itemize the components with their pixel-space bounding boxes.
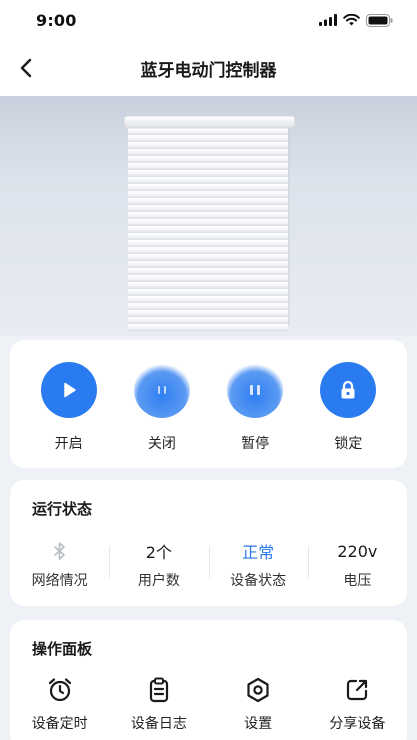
settings-button[interactable]: 设置 bbox=[209, 676, 308, 733]
user-count-label: 用户数 bbox=[137, 573, 180, 589]
operation-panel-title: 操作面板 bbox=[32, 640, 93, 658]
open-button[interactable]: 开启 bbox=[29, 362, 109, 453]
blind-slat bbox=[128, 142, 288, 149]
device-status-label: 设备状态 bbox=[230, 573, 287, 589]
blind-slat bbox=[128, 184, 288, 191]
close-label: 关闭 bbox=[147, 436, 176, 452]
back-button[interactable] bbox=[12, 54, 40, 82]
blind-slat bbox=[128, 233, 288, 240]
product-image bbox=[0, 96, 417, 336]
blind-slat bbox=[128, 324, 288, 331]
blind-slat bbox=[128, 261, 288, 268]
lock-label: 锁定 bbox=[334, 436, 363, 452]
blind-slat bbox=[128, 128, 288, 135]
blind-slat bbox=[128, 212, 288, 219]
run-status-card: 运行状态 网络情况 2个 用户数 正常 设备状态 220v 电压 bbox=[10, 480, 407, 606]
chevron-left-icon bbox=[20, 58, 32, 78]
device-status-value: 正常 bbox=[242, 543, 275, 562]
user-count-value: 2个 bbox=[145, 543, 172, 562]
blind-slat bbox=[128, 303, 288, 310]
roller-blind-image bbox=[123, 115, 296, 331]
battery-icon bbox=[366, 13, 393, 27]
alarm-clock-icon bbox=[48, 678, 71, 702]
share-icon bbox=[347, 679, 368, 701]
share-device-label: 分享设备 bbox=[329, 716, 386, 732]
alarm-clock-icon-wrap bbox=[46, 676, 74, 704]
open-button-circle[interactable] bbox=[40, 362, 97, 418]
clipboard-icon-wrap bbox=[145, 676, 173, 704]
status-icons bbox=[319, 13, 393, 27]
settings-label: 设置 bbox=[244, 716, 273, 732]
lock-icon bbox=[341, 380, 355, 399]
blind-slat bbox=[128, 268, 288, 275]
status-row: 网络情况 2个 用户数 正常 设备状态 220v 电压 bbox=[10, 538, 407, 592]
blind-slat bbox=[128, 163, 288, 170]
blind-slat bbox=[128, 289, 288, 296]
close-button[interactable]: 关闭 bbox=[122, 362, 202, 453]
blind-slat bbox=[128, 170, 288, 177]
device-timer-label: 设备定时 bbox=[31, 716, 88, 732]
blind-slat bbox=[128, 254, 288, 261]
settings-hex-icon bbox=[247, 677, 269, 703]
blind-slat bbox=[128, 205, 288, 212]
pause-button[interactable]: 暂停 bbox=[215, 362, 295, 453]
blind-slat bbox=[128, 156, 288, 163]
share-device-button[interactable]: 分享设备 bbox=[308, 676, 407, 733]
status-time: 9:00 bbox=[36, 10, 77, 30]
nav-bar: 蓝牙电动门控制器 bbox=[0, 40, 417, 96]
device-timer-button[interactable]: 设备定时 bbox=[10, 676, 109, 733]
device-log-label: 设备日志 bbox=[130, 716, 187, 732]
user-count: 2个 用户数 bbox=[109, 538, 208, 592]
lock-button[interactable]: 锁定 bbox=[308, 362, 388, 453]
play-icon bbox=[63, 382, 76, 398]
device-log-button[interactable]: 设备日志 bbox=[109, 676, 208, 733]
pause-label: 暂停 bbox=[241, 436, 270, 452]
control-row: 开启 关闭 暂停 锁定 bbox=[10, 362, 407, 453]
blind-slat bbox=[128, 296, 288, 303]
blind-slat bbox=[128, 149, 288, 156]
blind-slat bbox=[128, 282, 288, 289]
settings-hex-icon-wrap bbox=[244, 676, 272, 704]
network-label: 网络情况 bbox=[31, 573, 88, 589]
lock-button-circle[interactable] bbox=[320, 362, 377, 418]
blind-slat bbox=[128, 317, 288, 324]
blind-slat bbox=[128, 226, 288, 233]
cellular-signal-icon bbox=[319, 14, 337, 26]
close-button-circle[interactable] bbox=[133, 362, 190, 418]
pause-button-circle[interactable] bbox=[227, 362, 284, 418]
blind-slat bbox=[128, 310, 288, 317]
blind-slat bbox=[128, 219, 288, 226]
run-status-title: 运行状态 bbox=[32, 500, 93, 518]
device-status: 正常 设备状态 bbox=[208, 538, 308, 592]
voltage: 220v 电压 bbox=[307, 538, 407, 592]
page-title: 蓝牙电动门控制器 bbox=[140, 60, 277, 81]
wifi-icon bbox=[343, 14, 360, 26]
network-value bbox=[53, 538, 67, 564]
blind-slat bbox=[128, 198, 288, 205]
share-icon-wrap bbox=[343, 676, 371, 704]
control-card: 开启 关闭 暂停 锁定 bbox=[10, 340, 407, 468]
clipboard-icon bbox=[149, 677, 168, 703]
blind-slat bbox=[128, 240, 288, 247]
status-bar: 9:00 bbox=[0, 0, 417, 40]
network-status: 网络情况 bbox=[10, 538, 109, 592]
blind-slat bbox=[128, 275, 288, 282]
blind-slat bbox=[128, 247, 288, 254]
voltage-label: 电压 bbox=[343, 573, 372, 589]
blind-slat bbox=[128, 135, 288, 142]
open-label: 开启 bbox=[54, 436, 83, 452]
voltage-value: 220v bbox=[337, 541, 378, 561]
panel-row: 设备定时 设备日志 设置 分享设备 bbox=[10, 676, 407, 733]
blind-slat bbox=[128, 191, 288, 198]
pause-icon bbox=[250, 385, 261, 395]
close-door-icon bbox=[157, 386, 166, 394]
operation-panel-card: 操作面板 设备定时 设备日志 设置 分享设备 bbox=[10, 620, 407, 740]
blind-slat bbox=[128, 177, 288, 184]
bluetooth-icon bbox=[53, 542, 65, 560]
